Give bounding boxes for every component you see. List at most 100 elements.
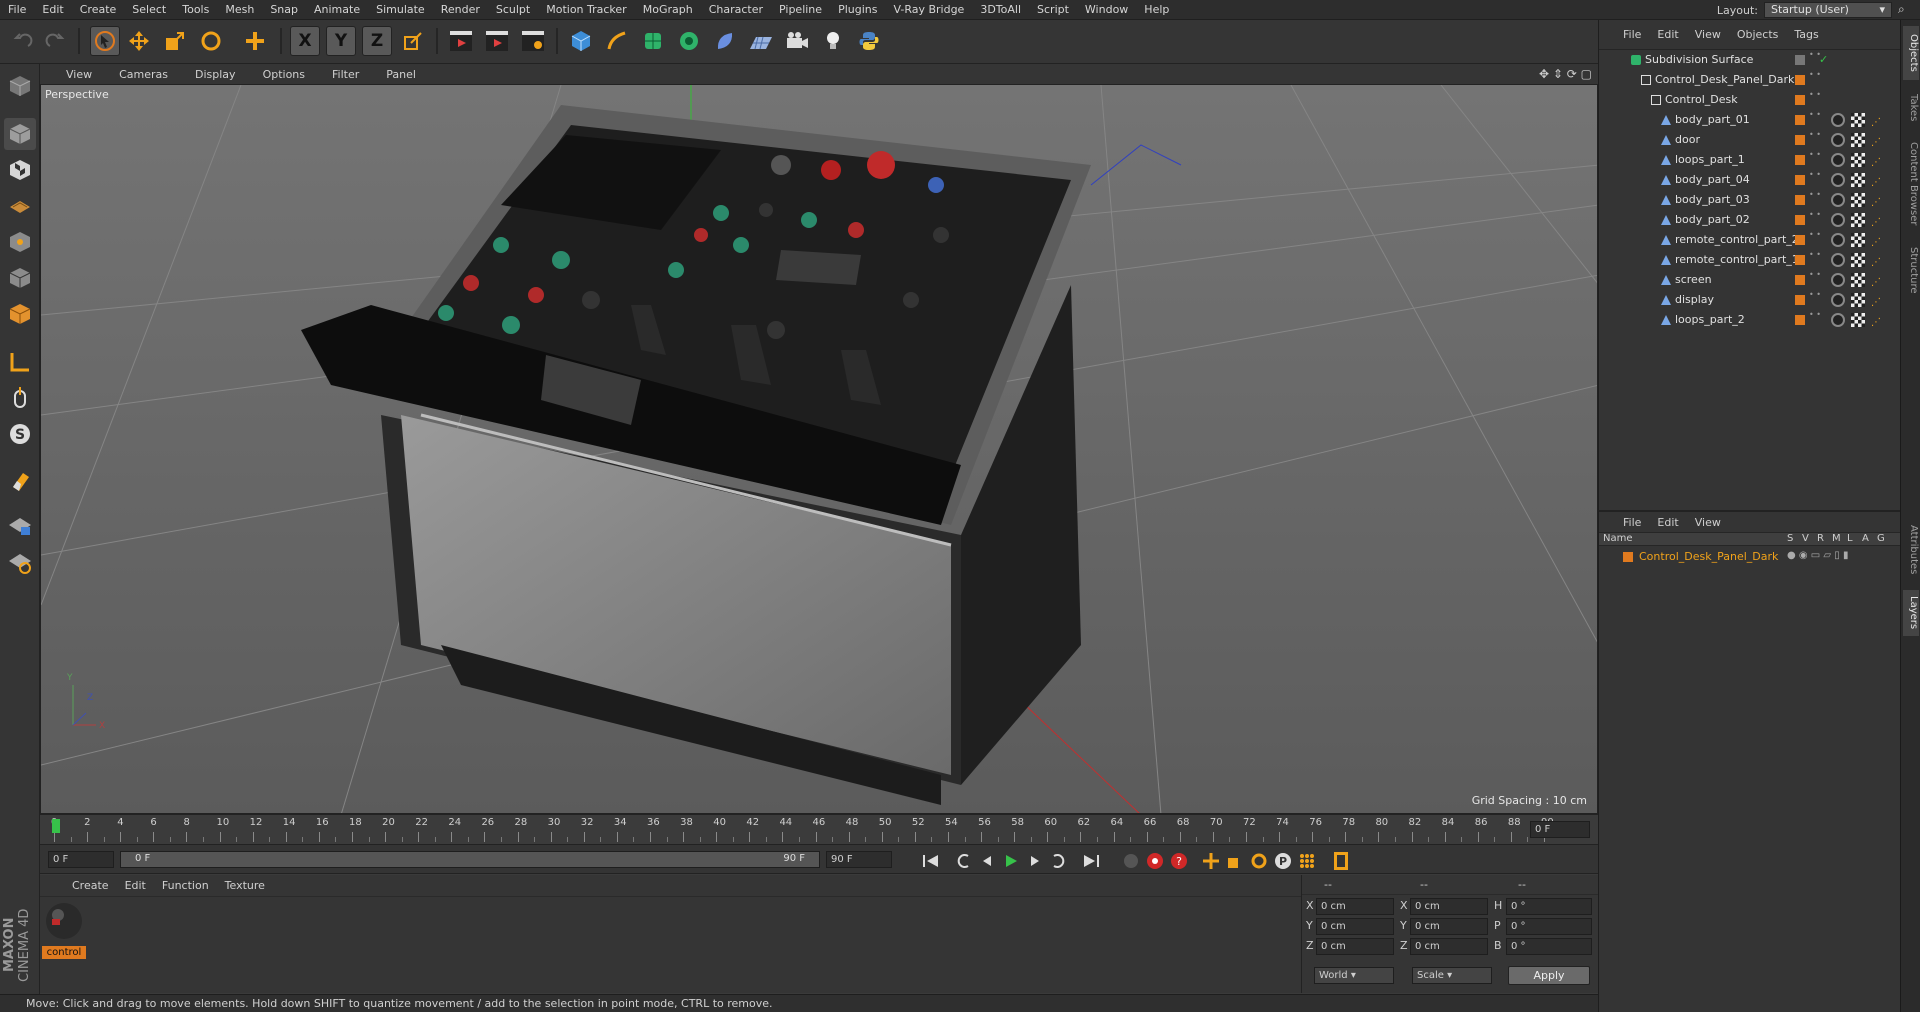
object-name[interactable]: loops_part_2 [1675, 310, 1745, 330]
position-x-field[interactable]: 0 cm [1316, 898, 1394, 915]
world-coord-icon[interactable] [398, 26, 428, 56]
object-name[interactable]: body_part_02 [1675, 210, 1750, 230]
key-pla-icon[interactable] [1296, 850, 1318, 872]
menu-render[interactable]: Render [433, 3, 488, 16]
object-name[interactable]: body_part_03 [1675, 190, 1750, 210]
object-row[interactable]: Control_Desk_Panel_Dark • • [1599, 70, 1901, 90]
tweak-icon[interactable] [4, 346, 36, 378]
key-parameter-icon[interactable]: P [1272, 850, 1294, 872]
menu-select[interactable]: Select [124, 3, 174, 16]
visibility-dots-icon[interactable]: • • [1809, 110, 1821, 120]
object-name[interactable]: body_part_04 [1675, 170, 1750, 190]
layer-color-tag[interactable] [1795, 175, 1805, 185]
material-tag-icon[interactable] [1831, 273, 1845, 287]
uvw-tag-icon[interactable] [1851, 253, 1865, 267]
solo-icon[interactable]: S [4, 418, 36, 450]
size-z-field[interactable]: 0 cm [1410, 938, 1488, 955]
material-swatch[interactable]: control [42, 901, 86, 959]
redo-icon[interactable] [40, 26, 70, 56]
key-position-icon[interactable] [1200, 850, 1222, 872]
workplane-icon[interactable] [4, 546, 36, 578]
layer-color-swatch[interactable] [1623, 552, 1633, 562]
object-menu-objects[interactable]: Objects [1729, 28, 1787, 41]
visibility-dots-icon[interactable]: • • [1809, 210, 1821, 220]
side-tab-structure[interactable]: Structure [1903, 238, 1919, 302]
menu-sculpt[interactable]: Sculpt [488, 3, 538, 16]
object-name[interactable]: loops_part_1 [1675, 150, 1745, 170]
visibility-dots-icon[interactable]: • • [1809, 310, 1821, 320]
layer-menu-view[interactable]: View [1687, 516, 1729, 529]
start-frame-field[interactable]: 0 F [48, 851, 114, 868]
menu-window[interactable]: Window [1077, 3, 1136, 16]
z-axis-icon[interactable]: Z [362, 26, 392, 56]
visibility-dots-icon[interactable]: • • [1809, 250, 1821, 260]
pen-spline-icon[interactable] [602, 26, 632, 56]
visibility-dots-icon[interactable]: • • [1809, 150, 1821, 160]
uvw-tag-icon[interactable] [1851, 273, 1865, 287]
layer-color-tag[interactable] [1795, 95, 1805, 105]
render-picture-viewer-icon[interactable] [482, 26, 512, 56]
light-icon[interactable] [818, 26, 848, 56]
size-x-field[interactable]: 0 cm [1410, 898, 1488, 915]
menu-pipeline[interactable]: Pipeline [771, 3, 830, 16]
model-mode-icon[interactable] [4, 118, 36, 150]
side-tab-content-browser[interactable]: Content Browser [1903, 136, 1919, 232]
timeline-window-icon[interactable] [1330, 850, 1352, 872]
object-name[interactable]: Subdivision Surface [1645, 50, 1753, 70]
phong-tag-icon[interactable]: ⋰ [1871, 113, 1883, 128]
workplane-lock-icon[interactable] [4, 510, 36, 542]
layer-color-tag[interactable] [1795, 295, 1805, 305]
material-tag-icon[interactable] [1831, 153, 1845, 167]
camera-icon[interactable] [782, 26, 812, 56]
phong-tag-icon[interactable]: ⋰ [1871, 193, 1883, 208]
prev-key-icon[interactable] [952, 850, 974, 872]
prev-frame-icon[interactable] [976, 850, 998, 872]
viewport-menu-cameras[interactable]: Cameras [105, 68, 181, 81]
menu-3dtoall[interactable]: 3DToAll [972, 3, 1029, 16]
current-frame-field[interactable]: 0 F [1530, 821, 1590, 838]
phong-tag-icon[interactable]: ⋰ [1871, 313, 1883, 328]
viewport-menu-options[interactable]: Options [249, 68, 318, 81]
make-editable-icon[interactable] [4, 70, 36, 102]
record-icon[interactable] [1144, 850, 1166, 872]
object-menu-view[interactable]: View [1687, 28, 1729, 41]
material-tag-icon[interactable] [1831, 213, 1845, 227]
edges-mode-icon[interactable] [4, 226, 36, 258]
object-row[interactable]: loops_part_2 • • ⋰ [1599, 310, 1901, 330]
object-name[interactable]: door [1675, 130, 1700, 150]
material-menu-function[interactable]: Function [154, 879, 217, 892]
object-menu-tags[interactable]: Tags [1786, 28, 1826, 41]
uvw-tag-icon[interactable] [1851, 233, 1865, 247]
scale-icon[interactable] [160, 26, 190, 56]
viewport-menu-panel[interactable]: Panel [372, 68, 429, 81]
side-tab-layers[interactable]: Layers [1903, 590, 1919, 636]
menu-vray-bridge[interactable]: V-Ray Bridge [885, 3, 972, 16]
menu-snap[interactable]: Snap [262, 3, 306, 16]
edit-render-settings-icon[interactable] [518, 26, 548, 56]
add-object-icon[interactable] [240, 26, 270, 56]
layer-color-tag[interactable] [1795, 275, 1805, 285]
material-tag-icon[interactable] [1831, 253, 1845, 267]
layer-color-tag[interactable] [1795, 115, 1805, 125]
material-tag-icon[interactable] [1831, 173, 1845, 187]
menu-create[interactable]: Create [72, 3, 125, 16]
material-menu-texture[interactable]: Texture [217, 879, 273, 892]
material-tag-icon[interactable] [1831, 313, 1845, 327]
viewport-nav-icons[interactable]: ✥ ⇕ ⟳ ▢ [1539, 67, 1592, 81]
layer-menu-file[interactable]: File [1615, 516, 1649, 529]
material-tag-icon[interactable] [1831, 113, 1845, 127]
uvw-tag-icon[interactable] [1851, 193, 1865, 207]
select-cursor-icon[interactable] [90, 26, 120, 56]
coord-size-select[interactable]: Scale ▾ [1412, 967, 1492, 984]
visibility-dots-icon[interactable]: • • [1809, 270, 1821, 280]
object-name[interactable]: display [1675, 290, 1714, 310]
uvw-tag-icon[interactable] [1851, 293, 1865, 307]
axis-mode-icon[interactable] [4, 298, 36, 330]
phong-tag-icon[interactable]: ⋰ [1871, 253, 1883, 268]
menu-edit[interactable]: Edit [34, 3, 71, 16]
material-tag-icon[interactable] [1831, 233, 1845, 247]
visibility-dots-icon[interactable]: • • [1809, 170, 1821, 180]
visibility-dots-icon[interactable]: • • [1809, 70, 1821, 80]
menu-mograph[interactable]: MoGraph [635, 3, 701, 16]
layout-select[interactable]: Startup (User) ▾ [1764, 2, 1892, 18]
